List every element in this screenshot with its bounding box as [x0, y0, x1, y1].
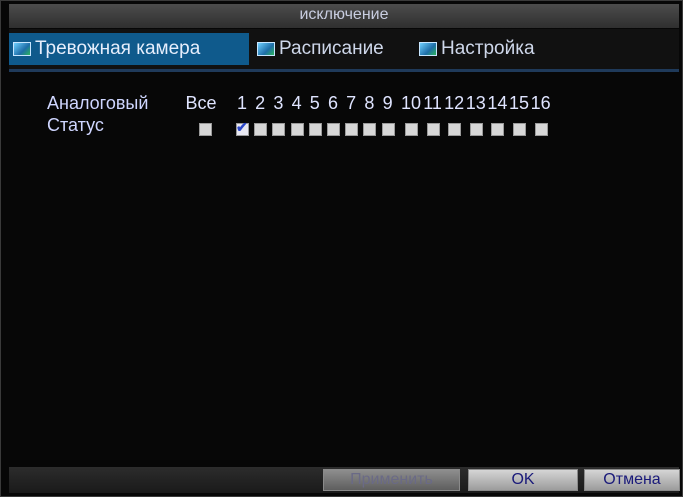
ok-button[interactable]: OK	[468, 469, 578, 491]
channel-header-13: 13	[465, 93, 486, 113]
channel-checkbox-4[interactable]	[290, 123, 304, 136]
channel-checkbox-16[interactable]	[534, 123, 548, 136]
tab-alarm-camera[interactable]: Тревожная камера	[9, 33, 249, 65]
channel-header-11: 11	[423, 93, 442, 113]
all-column-header: Все	[185, 93, 217, 113]
check-mark-icon: ✔	[236, 119, 248, 135]
dialog-title: исключение	[9, 4, 679, 28]
channel-checkbox-1[interactable]: ✔	[236, 119, 249, 136]
channel-header-14: 14	[487, 93, 508, 113]
analog-header-label: Аналоговый	[47, 93, 149, 113]
tab-settings[interactable]: Настройка	[415, 33, 565, 65]
all-checkbox[interactable]	[199, 123, 212, 136]
channel-checkbox-2[interactable]	[254, 123, 268, 136]
channel-header-12: 12	[444, 93, 465, 113]
schedule-tab-icon	[257, 42, 275, 56]
channel-header-15: 15	[508, 93, 530, 113]
status-row-label: Статус	[47, 115, 104, 135]
settings-tab-icon	[419, 42, 437, 56]
channel-checkbox-9[interactable]	[381, 123, 395, 136]
action-bar: Применить OK Отмена	[9, 467, 680, 493]
camera-tab-icon	[13, 42, 31, 56]
tab-bar: Тревожная камера Расписание Настройка	[9, 29, 679, 72]
channel-checkbox-12[interactable]	[448, 123, 462, 136]
channel-checkbox-14[interactable]	[491, 123, 505, 136]
channel-checkbox-15[interactable]	[513, 123, 526, 136]
channel-checkbox-13[interactable]	[469, 123, 483, 136]
channel-header-10: 10	[400, 93, 422, 113]
channel-checkbox-3[interactable]	[272, 123, 286, 136]
channel-header-9: 9	[382, 93, 393, 113]
channel-checkbox-5[interactable]	[308, 123, 322, 136]
channel-checkbox-8[interactable]	[363, 123, 377, 136]
channel-header-16: 16	[530, 93, 551, 113]
tab-alarm-camera-label: Тревожная камера	[35, 38, 201, 59]
tab-schedule[interactable]: Расписание	[253, 33, 411, 65]
channel-checkbox-7[interactable]	[345, 123, 359, 136]
cancel-button[interactable]: Отмена	[584, 469, 680, 491]
channel-checkbox-10[interactable]	[405, 123, 418, 136]
tab-settings-label: Настройка	[441, 38, 535, 59]
dialog-window: исключение Тревожная камера Расписание Н…	[0, 0, 683, 497]
apply-button[interactable]: Применить	[323, 469, 460, 491]
channel-checkbox-11[interactable]	[426, 123, 440, 136]
tab-schedule-label: Расписание	[279, 38, 384, 59]
channel-checkbox-6[interactable]	[327, 123, 340, 136]
